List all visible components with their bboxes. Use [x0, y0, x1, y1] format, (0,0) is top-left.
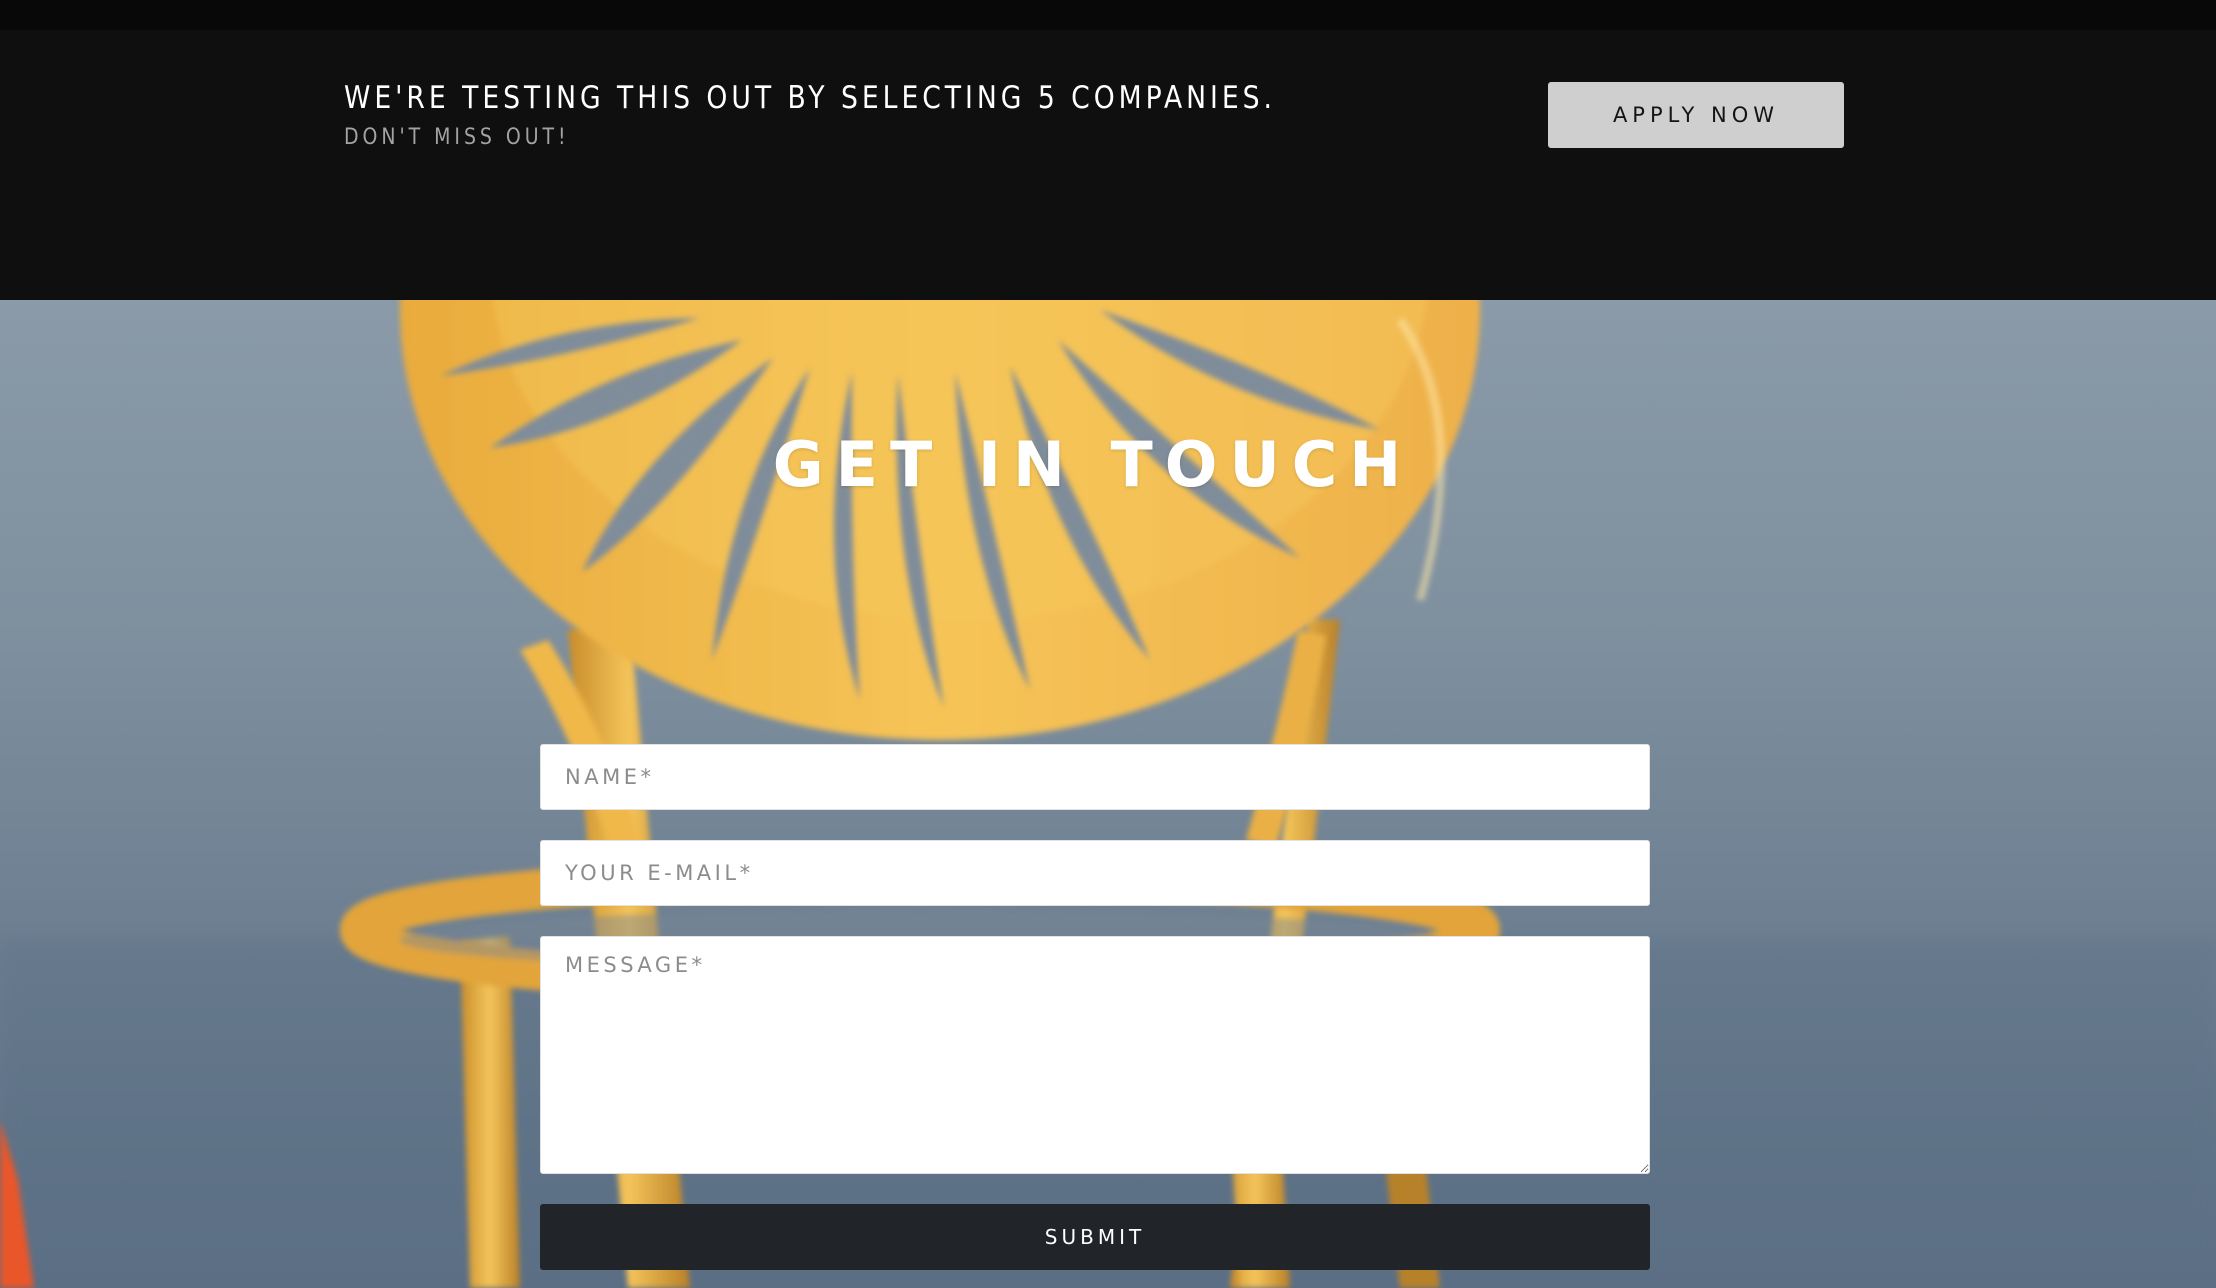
email-input[interactable]: [540, 840, 1650, 906]
top-edge-strip: [0, 0, 2216, 30]
promo-banner: WE'RE TESTING THIS OUT BY SELECTING 5 CO…: [0, 30, 2216, 300]
name-input[interactable]: [540, 744, 1650, 810]
banner-subheadline: DON'T MISS OUT!: [344, 125, 570, 150]
contact-section: GET IN TOUCH SUBMIT: [0, 300, 2216, 1288]
message-textarea[interactable]: [540, 936, 1650, 1174]
submit-button[interactable]: SUBMIT: [540, 1204, 1650, 1270]
contact-title: GET IN TOUCH: [772, 427, 1414, 501]
banner-headline: WE'RE TESTING THIS OUT BY SELECTING 5 CO…: [344, 80, 1276, 116]
apply-now-button[interactable]: APPLY NOW: [1548, 82, 1844, 148]
